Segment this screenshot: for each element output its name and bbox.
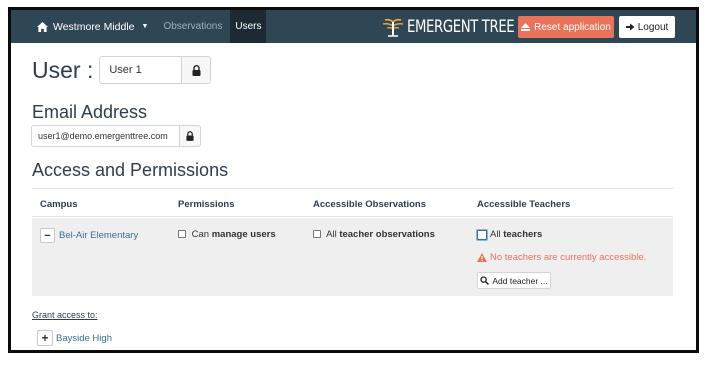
- perm-bold: manage users: [211, 229, 276, 240]
- warning-icon: [477, 253, 487, 262]
- username-lock-button[interactable]: [181, 56, 212, 84]
- teach-prefix: All: [490, 229, 501, 240]
- user-heading: User :: [32, 56, 94, 83]
- navbar: Westmore Middle ▼ Observations Users EME…: [11, 10, 696, 43]
- school-dropdown[interactable]: Westmore Middle ▼: [11, 10, 158, 43]
- all-teachers-checkbox[interactable]: All teachers: [477, 229, 542, 240]
- manage-users-checkbox[interactable]: Can manage users: [178, 229, 276, 240]
- user-header: User : User 1: [32, 56, 212, 84]
- perm-prefix: Can: [191, 229, 210, 240]
- col-permissions: Permissions: [178, 199, 235, 210]
- checkbox-box[interactable]: [477, 229, 487, 240]
- email-field[interactable]: user1@demo.emergenttree.com: [31, 125, 179, 147]
- campus-link[interactable]: Bayside High: [56, 333, 112, 344]
- logout-button[interactable]: Logout: [619, 16, 675, 38]
- nav-users[interactable]: Users: [230, 10, 267, 43]
- no-teachers-warning: No teachers are currently accessible.: [477, 252, 646, 263]
- campus-link[interactable]: Bel-Air Elementary: [59, 230, 138, 241]
- add-campus-button[interactable]: +: [37, 330, 53, 346]
- col-campus: Campus: [40, 199, 78, 210]
- username-group: User 1: [93, 56, 212, 84]
- reset-application-button[interactable]: Reset application: [518, 16, 614, 38]
- lock-icon: [192, 64, 201, 76]
- obs-prefix: All: [326, 229, 337, 240]
- teach-bold: teachers: [503, 229, 543, 240]
- add-teacher-label: Add teacher ...: [492, 275, 548, 286]
- email-lock-button[interactable]: [179, 125, 201, 147]
- tree-logo-icon: [382, 18, 404, 37]
- nav-observations[interactable]: Observations: [158, 10, 227, 43]
- home-icon: [37, 21, 48, 32]
- grant-access-label: Grant access to:: [32, 310, 98, 320]
- warning-text: No teachers are currently accessible.: [490, 252, 647, 263]
- search-icon: [480, 276, 490, 285]
- all-observations-checkbox[interactable]: All teacher observations: [313, 229, 435, 240]
- checkbox-box[interactable]: [178, 230, 186, 238]
- checkbox-box[interactable]: [313, 230, 321, 238]
- col-observations: Accessible Observations: [313, 199, 426, 210]
- app-frame: Westmore Middle ▼ Observations Users EME…: [8, 7, 699, 353]
- email-heading: Email Address: [32, 102, 148, 122]
- school-name: Westmore Middle: [53, 20, 135, 33]
- obs-bold: teacher observations: [339, 229, 435, 240]
- email-group: user1@demo.emergenttree.com: [31, 125, 201, 147]
- logo-text: EMERGENT TREE: [407, 17, 515, 37]
- username-field[interactable]: User 1: [99, 56, 182, 84]
- access-heading: Access and Permissions: [32, 160, 229, 180]
- remove-campus-button[interactable]: −: [40, 228, 55, 243]
- table-row: − Bel-Air Elementary Can manage users Al…: [32, 218, 673, 296]
- permissions-table-header: Campus Permissions Accessible Observatio…: [32, 188, 673, 217]
- reset-label: Reset application: [534, 21, 611, 33]
- col-teachers: Accessible Teachers: [477, 199, 571, 210]
- eject-icon: [521, 23, 531, 31]
- lock-icon: [186, 131, 194, 141]
- logout-icon: [625, 23, 635, 31]
- add-teacher-button[interactable]: Add teacher ...: [477, 272, 551, 289]
- logout-label: Logout: [637, 21, 669, 33]
- caret-down-icon: ▼: [141, 23, 149, 30]
